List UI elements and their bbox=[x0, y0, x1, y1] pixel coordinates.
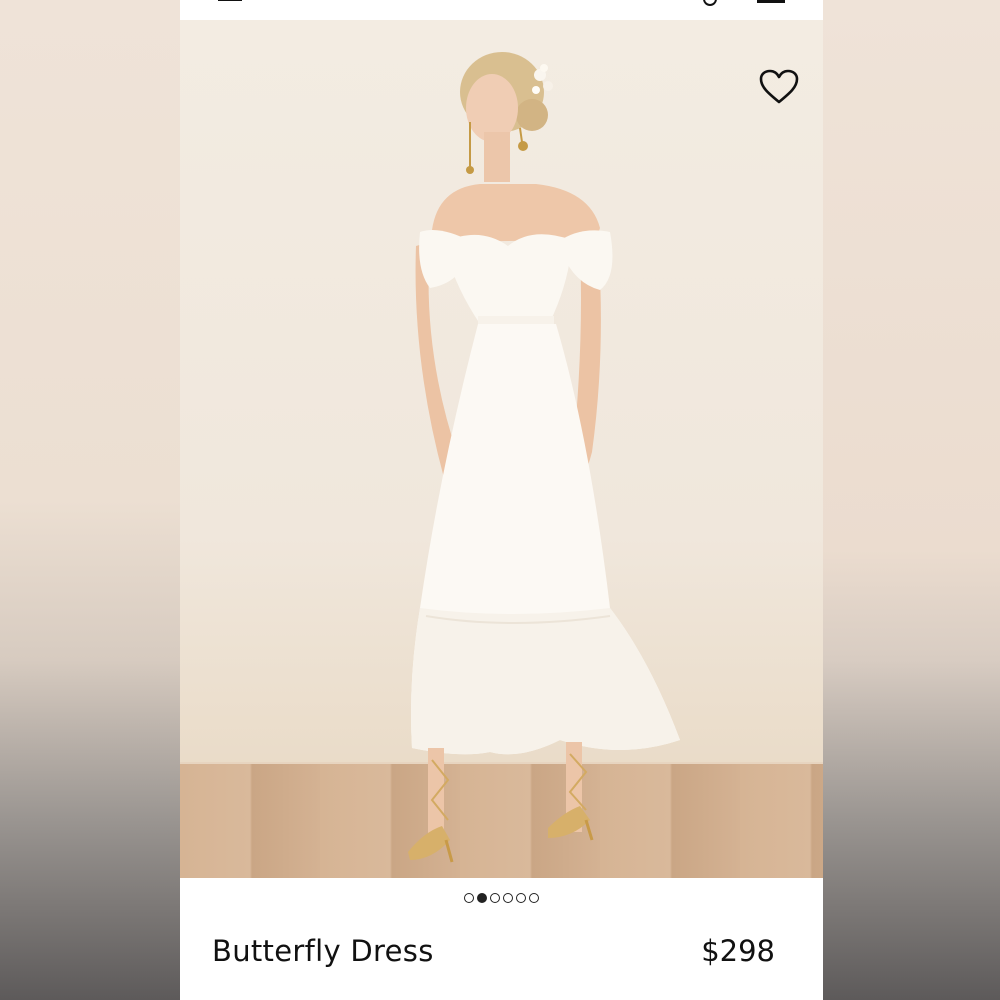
product-name[interactable]: Butterfly Dress bbox=[212, 934, 434, 968]
page-dot-active[interactable] bbox=[477, 893, 487, 903]
image-pagination bbox=[180, 889, 823, 907]
top-nav-bar bbox=[180, 0, 823, 20]
menu-icon[interactable] bbox=[218, 0, 242, 1]
product-card: Butterfly Dress $298 bbox=[180, 0, 823, 1000]
search-icon[interactable] bbox=[703, 0, 717, 6]
background-left bbox=[0, 0, 180, 1000]
bag-icon[interactable] bbox=[757, 0, 785, 3]
background-right bbox=[822, 0, 1000, 1000]
model-figure bbox=[408, 52, 680, 863]
product-image[interactable] bbox=[180, 20, 823, 878]
page-dot[interactable] bbox=[464, 893, 474, 903]
page-dot[interactable] bbox=[503, 893, 513, 903]
favorite-heart-icon[interactable] bbox=[758, 68, 800, 106]
page-dot[interactable] bbox=[516, 893, 526, 903]
page-dot[interactable] bbox=[490, 893, 500, 903]
product-price: $298 bbox=[701, 934, 775, 968]
page-dot[interactable] bbox=[529, 893, 539, 903]
